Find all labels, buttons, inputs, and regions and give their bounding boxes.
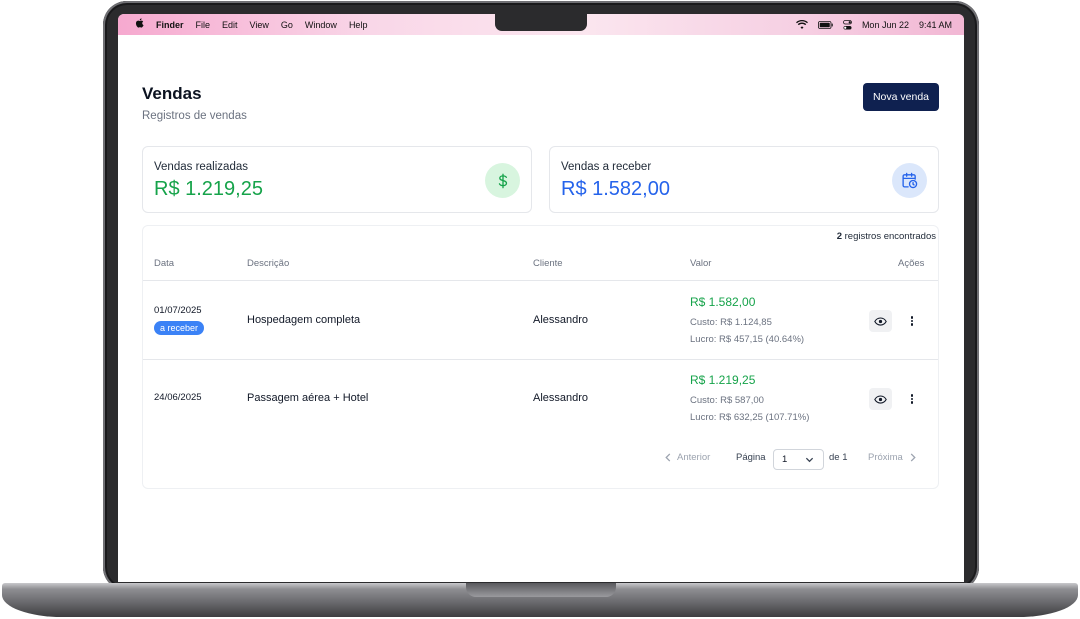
row-description: Passagem aérea + Hotel [247,392,369,404]
pagination-prev-button[interactable]: Anterior [664,452,710,463]
laptop-screen: Finder File Edit View Go Window Help Mon… [118,14,964,582]
records-count: 2 registros encontrados [837,231,936,242]
sales-table: 2 registros encontrados Data Descrição C… [142,225,939,489]
row-value: R$ 1.219,25 [690,373,756,387]
row-divider [143,359,938,360]
pagination-of-label: de 1 [829,452,848,463]
row-profit: Lucro: R$ 457,15 (40.64%) [690,334,805,345]
menu-help[interactable]: Help [349,20,368,30]
calendar-clock-icon [892,163,927,198]
summary-receivable-label: Vendas a receber [561,161,652,173]
page-title: Vendas [142,84,202,103]
page-subtitle: Registros de vendas [142,110,247,122]
page-select-value: 1 [782,454,788,465]
wifi-icon[interactable] [796,20,808,29]
records-count-text: registros encontrados [842,231,936,242]
column-header-value[interactable]: Valor [690,258,711,269]
new-sale-button[interactable]: Nova venda [863,83,939,111]
row-date: 24/06/2025 [154,392,202,403]
column-header-date[interactable]: Data [154,258,174,269]
status-badge: a receber [154,321,205,335]
column-header-description[interactable]: Descrição [247,258,289,269]
menubar-date[interactable]: Mon Jun 22 [862,20,909,30]
chevron-right-icon [910,453,916,462]
eye-icon [874,394,887,404]
more-options-icon[interactable] [907,314,917,328]
chevron-down-icon [805,457,814,463]
row-client: Alessandro [533,392,589,404]
menu-edit[interactable]: Edit [222,20,238,30]
battery-icon[interactable] [818,20,833,29]
summary-card-realized: Vendas realizadas R$ 1.219,25 [142,146,532,213]
camera-notch [495,14,587,31]
row-client: Alessandro [533,314,589,326]
summary-realized-label: Vendas realizadas [154,161,248,173]
laptop-base-groove [466,583,616,597]
row-description: Hospedagem completa [247,314,361,326]
dollar-icon [485,163,520,198]
row-value: R$ 1.582,00 [690,295,756,309]
view-sale-button[interactable] [869,388,892,410]
view-sale-button[interactable] [869,310,892,332]
column-header-client[interactable]: Cliente [533,258,563,269]
column-header-actions: Ações [898,258,925,269]
row-cost: Custo: R$ 1.124,85 [690,317,772,328]
more-options-icon[interactable] [907,392,917,406]
menu-file[interactable]: File [196,20,211,30]
row-cost: Custo: R$ 587,00 [690,395,764,406]
menu-window[interactable]: Window [305,20,337,30]
pagination-next-label: Próxima [868,452,903,463]
page-select[interactable]: 1 [773,449,824,470]
chevron-left-icon [665,453,671,462]
apple-logo-icon[interactable] [134,18,144,31]
header-divider [143,280,938,281]
pagination-page-label: Página [736,452,766,463]
menu-view[interactable]: View [250,20,269,30]
pagination-prev-label: Anterior [677,452,711,463]
control-center-icon[interactable] [843,19,852,30]
summary-receivable-value: R$ 1.582,00 [561,178,670,200]
menubar-time[interactable]: 9:41 AM [919,20,952,30]
summary-card-receivable: Vendas a receber R$ 1.582,00 [549,146,939,213]
menu-app-name[interactable]: Finder [156,20,184,30]
summary-realized-value: R$ 1.219,25 [154,178,263,200]
eye-icon [874,316,887,326]
menu-go[interactable]: Go [281,20,293,30]
pagination-next-button[interactable]: Próxima [868,452,917,463]
row-profit: Lucro: R$ 632,25 (107.71%) [690,412,810,423]
row-date: 01/07/2025 [154,305,202,316]
